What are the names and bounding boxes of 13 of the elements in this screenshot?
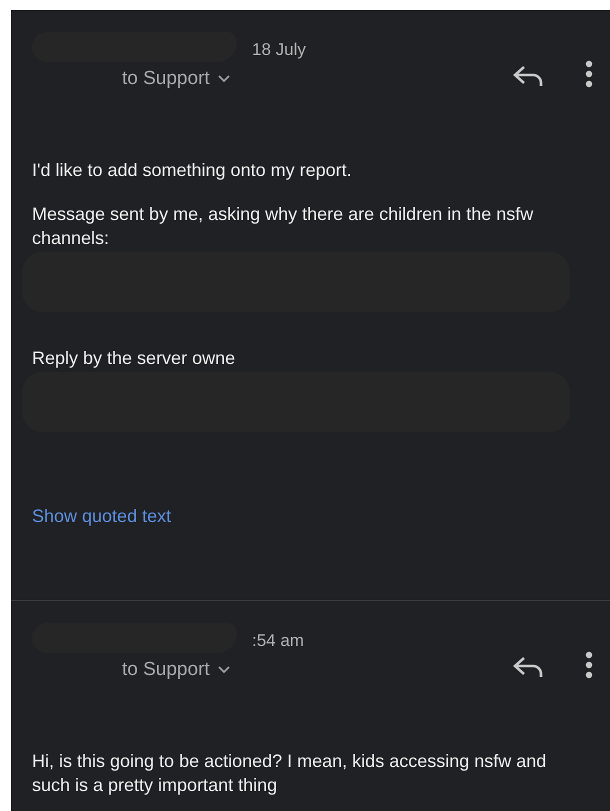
message-text: Message sent by me, asking why there are children in the nsfw channels:: [32, 203, 534, 250]
more-options-icon[interactable]: [584, 60, 594, 88]
message-time: 18 July: [252, 40, 307, 60]
chevron-down-icon: [218, 666, 230, 674]
show-quoted-text-link[interactable]: Show quoted text: [32, 506, 172, 527]
message-time: :54 am: [252, 631, 305, 651]
more-options-icon[interactable]: [584, 651, 594, 679]
message-text: Hi, is this going to be actioned? I mean, kids accessing nsfw and such is a pretty important thing: [32, 750, 548, 797]
message-text: Reply by the server owne: [32, 347, 236, 370]
chevron-down-icon: [218, 75, 230, 83]
message-text: I'd like to add something onto my report.: [32, 159, 353, 182]
recipient-dropdown[interactable]: to Support: [122, 659, 230, 681]
recipient-dropdown[interactable]: to Support: [122, 68, 230, 90]
